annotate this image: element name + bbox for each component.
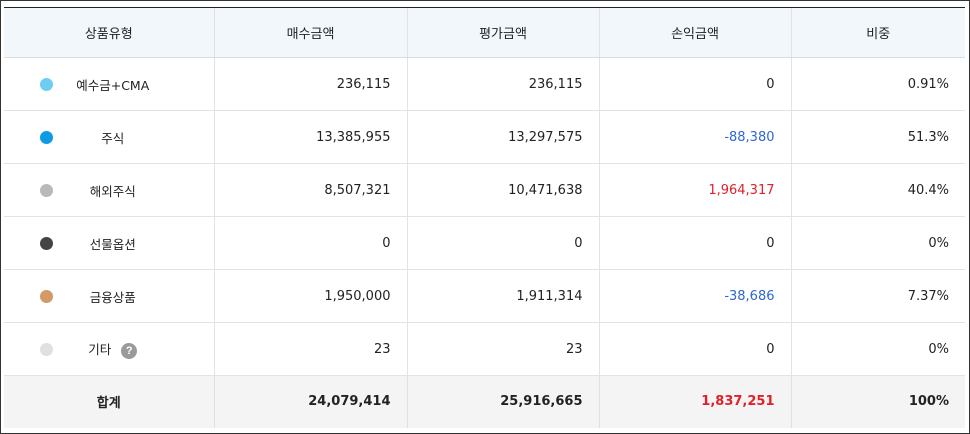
valuation-cell: 10,471,638 [406,163,599,217]
weight-cell: 0% [790,322,965,376]
total-row: 합계 24,079,414 25,916,665 1,837,251 100% [4,375,965,428]
profit-cell: 1,964,317 [598,163,791,217]
profit-cell: 0 [598,216,791,270]
total-weight: 100% [790,375,965,428]
table-body: 예수금+CMA 236,115 236,115 0 0.91% 주식 13,38… [4,57,965,376]
color-dot-icon [40,343,53,356]
col-header-purchase: 매수금액 [213,7,407,58]
type-cell: 금융상품 [4,269,214,323]
type-label: 주식 [101,130,125,146]
profit-cell: -88,380 [598,110,791,164]
purchase-cell: 236,115 [213,57,407,111]
weight-cell: 7.37% [790,269,965,323]
table-row: 금융상품 1,950,000 1,911,314 -38,686 7.37% [4,269,965,323]
weight-cell: 0.91% [790,57,965,111]
type-cell: 주식 [4,110,214,164]
question-mark-icon[interactable]: ? [121,342,138,359]
weight-cell: 40.4% [790,163,965,217]
color-dot-icon [40,290,53,303]
type-label: 해외주식 [89,183,136,199]
total-valuation: 25,916,665 [406,375,599,428]
col-header-valuation: 평가금액 [406,7,599,58]
profit-cell: -38,686 [598,269,791,323]
purchase-cell: 23 [213,322,407,376]
color-dot-icon [40,78,53,91]
table-row: 주식 13,385,955 13,297,575 -88,380 51.3% [4,110,965,164]
col-header-weight: 비중 [790,7,965,58]
table-row: 해외주식 8,507,321 10,471,638 1,964,317 40.4… [4,163,965,217]
table-row: 기타? 23 23 0 0% [4,322,965,376]
table-row: 예수금+CMA 236,115 236,115 0 0.91% [4,57,965,111]
valuation-cell: 0 [406,216,599,270]
purchase-cell: 1,950,000 [213,269,407,323]
valuation-cell: 13,297,575 [406,110,599,164]
type-label: 예수금+CMA [76,77,150,93]
type-label-text: 기타 [88,342,112,358]
color-dot-icon [40,184,53,197]
col-header-type: 상품유형 [4,7,214,58]
type-label: 기타? [4,339,214,359]
profit-cell: 0 [598,322,791,376]
purchase-cell: 8,507,321 [213,163,407,217]
weight-cell: 51.3% [790,110,965,164]
holdings-table: 상품유형 매수금액 평가금액 손익금액 비중 예수금+CMA 236,115 2… [4,7,965,428]
type-label: 금융상품 [89,289,136,305]
holdings-panel: 상품유형 매수금액 평가금액 손익금액 비중 예수금+CMA 236,115 2… [0,0,970,434]
purchase-cell: 0 [213,216,407,270]
col-header-profit: 손익금액 [598,7,791,58]
color-dot-icon [40,237,53,250]
table-row: 선물옵션 0 0 0 0% [4,216,965,270]
color-dot-icon [40,131,53,144]
type-cell: 해외주식 [4,163,214,217]
profit-cell: 0 [598,57,791,111]
weight-cell: 0% [790,216,965,270]
purchase-cell: 13,385,955 [213,110,407,164]
type-cell: 선물옵션 [4,216,214,270]
total-purchase: 24,079,414 [213,375,407,428]
valuation-cell: 236,115 [406,57,599,111]
total-label: 합계 [4,375,214,428]
total-profit: 1,837,251 [598,375,791,428]
type-cell: 기타? [4,322,214,376]
table-header-row: 상품유형 매수금액 평가금액 손익금액 비중 [4,7,965,58]
type-label: 선물옵션 [89,236,136,252]
valuation-cell: 1,911,314 [406,269,599,323]
valuation-cell: 23 [406,322,599,376]
type-cell: 예수금+CMA [4,57,214,111]
